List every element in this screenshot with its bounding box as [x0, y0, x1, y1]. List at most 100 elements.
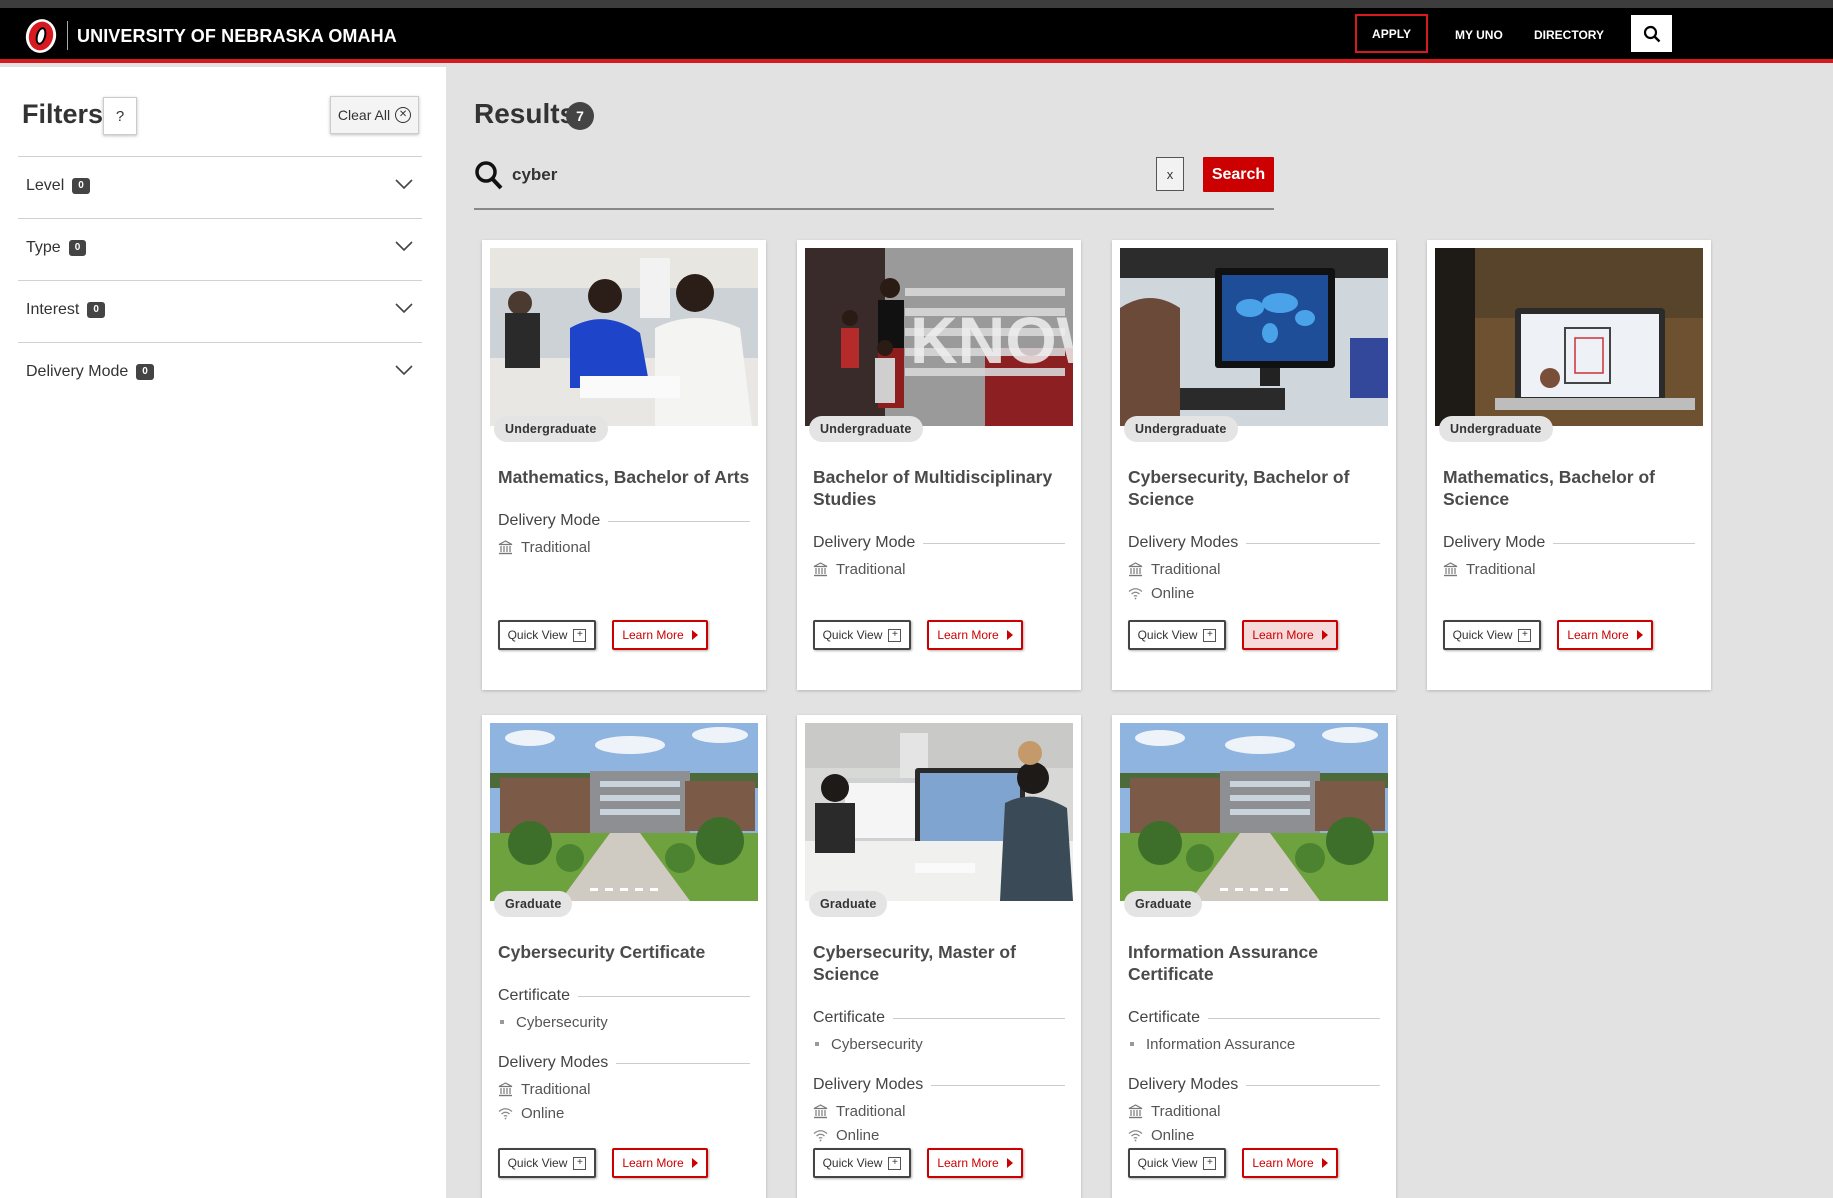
building-icon	[813, 561, 828, 576]
filters-help-button[interactable]: ?	[103, 97, 137, 135]
browser-top-strip	[0, 0, 1833, 8]
search-icon	[1643, 25, 1660, 42]
delivery-section: Delivery Modes Traditional Online	[813, 1074, 1065, 1144]
program-card[interactable]: Graduate Cybersecurity, Master of Science…	[797, 715, 1081, 1198]
program-title[interactable]: Mathematics, Bachelor of Science	[1443, 466, 1698, 510]
level-badge: Undergraduate	[809, 416, 923, 442]
quick-view-label: Quick View	[1137, 628, 1198, 642]
building-icon	[1128, 561, 1143, 576]
program-photo[interactable]	[490, 248, 758, 426]
program-photo[interactable]	[490, 723, 758, 901]
delivery-mode-item: Traditional	[521, 538, 591, 556]
program-photo[interactable]: KNOW	[805, 248, 1073, 426]
program-photo[interactable]	[1435, 248, 1703, 426]
learn-more-button[interactable]: Learn More	[927, 620, 1023, 650]
learn-more-button[interactable]: Learn More	[612, 1148, 708, 1178]
learn-more-label: Learn More	[1252, 1156, 1314, 1170]
learn-more-label: Learn More	[1567, 628, 1629, 642]
search-input[interactable]	[512, 160, 1112, 190]
delivery-section: Delivery Modes Traditional Online	[1128, 532, 1380, 602]
section-divider	[931, 1084, 1065, 1086]
bullet-icon	[815, 1042, 819, 1046]
search-button[interactable]: Search	[1203, 157, 1274, 192]
learn-more-button[interactable]: Learn More	[1242, 620, 1338, 650]
level-badge: Undergraduate	[1439, 416, 1553, 442]
learn-more-button[interactable]: Learn More	[927, 1148, 1023, 1178]
learn-more-label: Learn More	[1252, 628, 1314, 642]
program-title[interactable]: Information Assurance Certificate	[1128, 941, 1383, 985]
quick-view-button[interactable]: Quick View +	[1128, 1148, 1226, 1178]
delivery-heading: Delivery Modes	[813, 1076, 924, 1093]
header-search-button[interactable]	[1631, 15, 1672, 52]
program-photo[interactable]	[1120, 248, 1388, 426]
certificate-item: Information Assurance	[1146, 1035, 1296, 1053]
certificate-section: Certificate Cybersecurity	[498, 985, 750, 1031]
quick-view-button[interactable]: Quick View +	[1128, 620, 1226, 650]
building-icon	[498, 539, 513, 554]
filter-level[interactable]: Level 0	[18, 156, 422, 218]
search-clear-button[interactable]: x	[1156, 157, 1184, 191]
bullet-icon	[1130, 1042, 1134, 1046]
section-divider	[1208, 1017, 1380, 1019]
caret-right-icon	[1636, 630, 1643, 640]
delivery-mode-item: Traditional	[836, 1102, 906, 1120]
delivery-section: Delivery Mode Traditional	[813, 532, 1065, 578]
filter-interest[interactable]: Interest 0	[18, 280, 422, 342]
program-card[interactable]: Undergraduate Mathematics, Bachelor of Sc…	[1427, 240, 1711, 690]
program-title[interactable]: Mathematics, Bachelor of Arts	[498, 466, 753, 488]
search-icon	[475, 161, 503, 190]
card-actions: Quick View + Learn More	[1443, 620, 1653, 650]
chevron-down-icon	[395, 179, 413, 190]
my-uno-link[interactable]: MY UNO	[1455, 28, 1503, 42]
program-card[interactable]: Undergraduate Cybersecurity, Bachelor of …	[1112, 240, 1396, 690]
program-title[interactable]: Bachelor of Multidisciplinary Studies	[813, 466, 1068, 510]
card-actions: Quick View + Learn More	[1128, 1148, 1338, 1178]
program-photo[interactable]	[1120, 723, 1388, 901]
filter-delivery-mode-count: 0	[136, 364, 154, 380]
quick-view-button[interactable]: Quick View +	[498, 620, 596, 650]
learn-more-button[interactable]: Learn More	[1557, 620, 1653, 650]
directory-link[interactable]: DIRECTORY	[1534, 28, 1604, 42]
program-card[interactable]: Graduate Information Assurance Certificat…	[1112, 715, 1396, 1198]
results-title: Results	[474, 98, 576, 129]
quick-view-label: Quick View	[507, 628, 568, 642]
program-title[interactable]: Cybersecurity Certificate	[498, 941, 753, 963]
filter-type[interactable]: Type 0	[18, 218, 422, 280]
delivery-heading: Delivery Mode	[1443, 534, 1546, 551]
program-card[interactable]: Graduate Cybersecurity Certificate Certif…	[482, 715, 766, 1198]
section-divider	[1246, 542, 1380, 544]
clear-all-button[interactable]: Clear All ✕	[330, 96, 419, 134]
program-title[interactable]: Cybersecurity, Bachelor of Science	[1128, 466, 1383, 510]
chevron-down-icon	[395, 241, 413, 252]
caret-right-icon	[691, 1158, 698, 1168]
program-card[interactable]: KNOW Undergraduate Bachelor of Multidiscip…	[797, 240, 1081, 690]
university-name[interactable]: UNIVERSITY OF NEBRASKA OMAHA	[77, 26, 397, 47]
plus-box-icon: +	[1203, 1156, 1217, 1170]
quick-view-button[interactable]: Quick View +	[813, 620, 911, 650]
apply-button[interactable]: APPLY	[1355, 14, 1428, 53]
learn-more-button[interactable]: Learn More	[612, 620, 708, 650]
plus-box-icon: +	[888, 1156, 902, 1170]
quick-view-button[interactable]: Quick View +	[498, 1148, 596, 1178]
filter-interest-label: Interest	[26, 301, 80, 318]
filters-sidebar: Filters ? Clear All ✕ Level 0 Type 0 Inter…	[0, 67, 446, 1198]
filters-title: Filters	[22, 99, 104, 129]
logo-divider	[67, 21, 68, 50]
quick-view-button[interactable]: Quick View +	[813, 1148, 911, 1178]
program-photo[interactable]	[805, 723, 1073, 901]
building-icon	[1443, 561, 1458, 576]
level-badge: Graduate	[809, 891, 888, 917]
filter-delivery-mode[interactable]: Delivery Mode 0	[18, 342, 422, 404]
learn-more-button[interactable]: Learn More	[1242, 1148, 1338, 1178]
filter-type-label: Type	[26, 239, 61, 256]
delivery-mode-item: Traditional	[521, 1080, 591, 1098]
certificate-heading: Certificate	[498, 987, 571, 1004]
caret-right-icon	[691, 630, 698, 640]
chevron-down-icon	[395, 303, 413, 314]
uno-logo-icon[interactable]	[22, 17, 60, 55]
building-icon	[1128, 1103, 1143, 1118]
program-card[interactable]: Undergraduate Mathematics, Bachelor of Ar…	[482, 240, 766, 690]
program-title[interactable]: Cybersecurity, Master of Science	[813, 941, 1068, 985]
quick-view-button[interactable]: Quick View +	[1443, 620, 1541, 650]
section-divider	[616, 1062, 750, 1064]
